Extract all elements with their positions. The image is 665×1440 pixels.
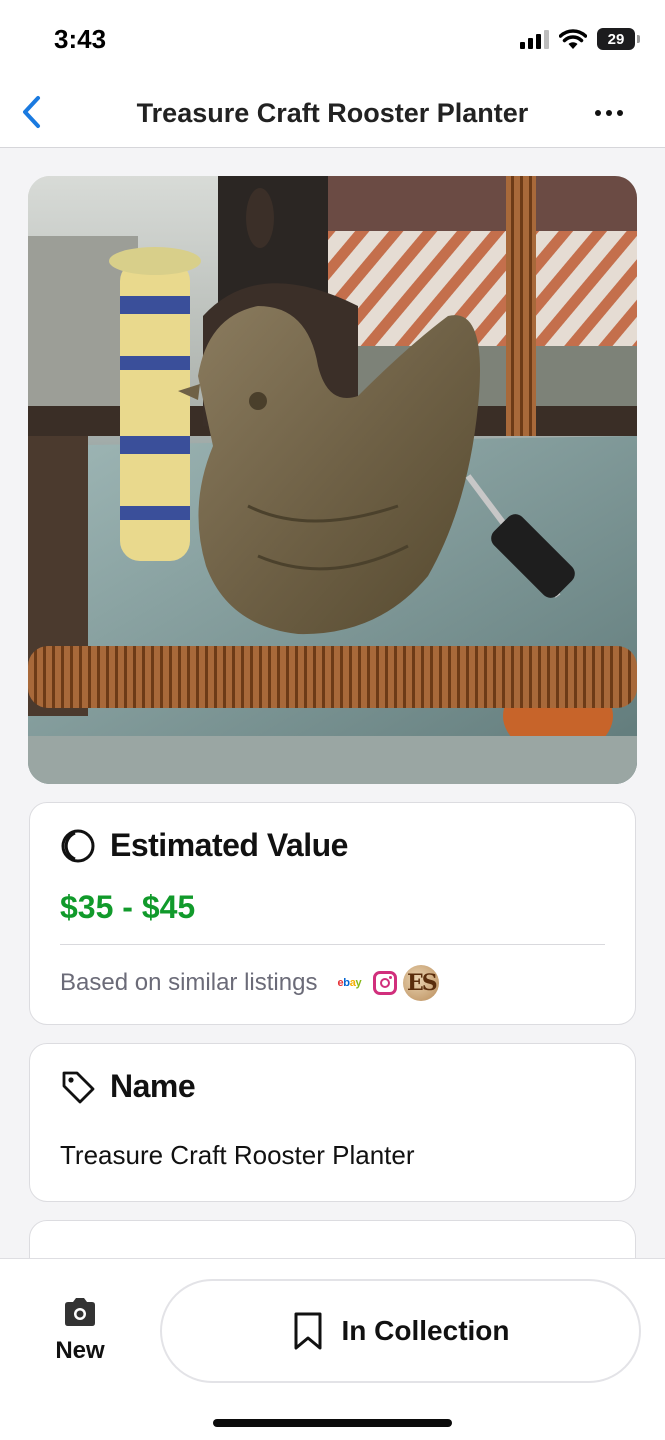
- camera-icon: [65, 1298, 95, 1326]
- estimated-value-heading: Estimated Value: [60, 827, 348, 864]
- status-bar: 3:43 29: [0, 0, 665, 76]
- estimated-value-title: Estimated Value: [110, 827, 348, 863]
- more-options-button[interactable]: [595, 110, 623, 116]
- instagram-icon: [373, 971, 398, 995]
- nav-bar: Treasure Craft Rooster Planter: [0, 76, 665, 148]
- divider: [60, 944, 605, 945]
- name-card: Name Treasure Craft Rooster Planter: [29, 1043, 636, 1202]
- in-collection-button[interactable]: In Collection: [160, 1279, 641, 1383]
- next-card: [29, 1220, 636, 1259]
- in-collection-label: In Collection: [341, 1315, 510, 1346]
- rooster-planter-photo: [28, 176, 637, 784]
- wifi-icon: [559, 29, 587, 49]
- item-photo[interactable]: [28, 176, 637, 784]
- item-detail-content[interactable]: Estimated Value $35 - $45 Based on simil…: [0, 149, 665, 1259]
- moon-icon: [61, 829, 95, 862]
- estimated-value-card: Estimated Value $35 - $45 Based on simil…: [29, 802, 636, 1025]
- name-heading: Name: [60, 1068, 196, 1105]
- status-time: 3:43: [54, 24, 107, 54]
- cellular-signal-icon: [520, 29, 549, 49]
- ellipsis-icon: [595, 110, 601, 116]
- battery-indicator: 29: [597, 28, 640, 50]
- new-scan-button[interactable]: New: [44, 1297, 116, 1365]
- estate-sale-logo: ES: [403, 965, 440, 1001]
- ebay-logo: ebay: [337, 977, 362, 989]
- page-title: Treasure Craft Rooster Planter: [136, 98, 529, 128]
- value-range: $35 - $45: [60, 889, 196, 925]
- bottom-action-bar: New In Collection: [0, 1258, 665, 1440]
- name-title: Name: [110, 1068, 196, 1104]
- status-icons: 29: [520, 28, 640, 50]
- value-sources-row[interactable]: Based on similar listings ebay ES: [60, 965, 440, 1001]
- home-indicator[interactable]: [213, 1419, 452, 1427]
- item-name-value[interactable]: Treasure Craft Rooster Planter: [60, 1140, 415, 1171]
- new-label: New: [55, 1337, 105, 1364]
- value-sources-text: Based on similar listings: [60, 969, 318, 996]
- bookmark-icon: [294, 1312, 321, 1350]
- tag-icon: [62, 1071, 95, 1103]
